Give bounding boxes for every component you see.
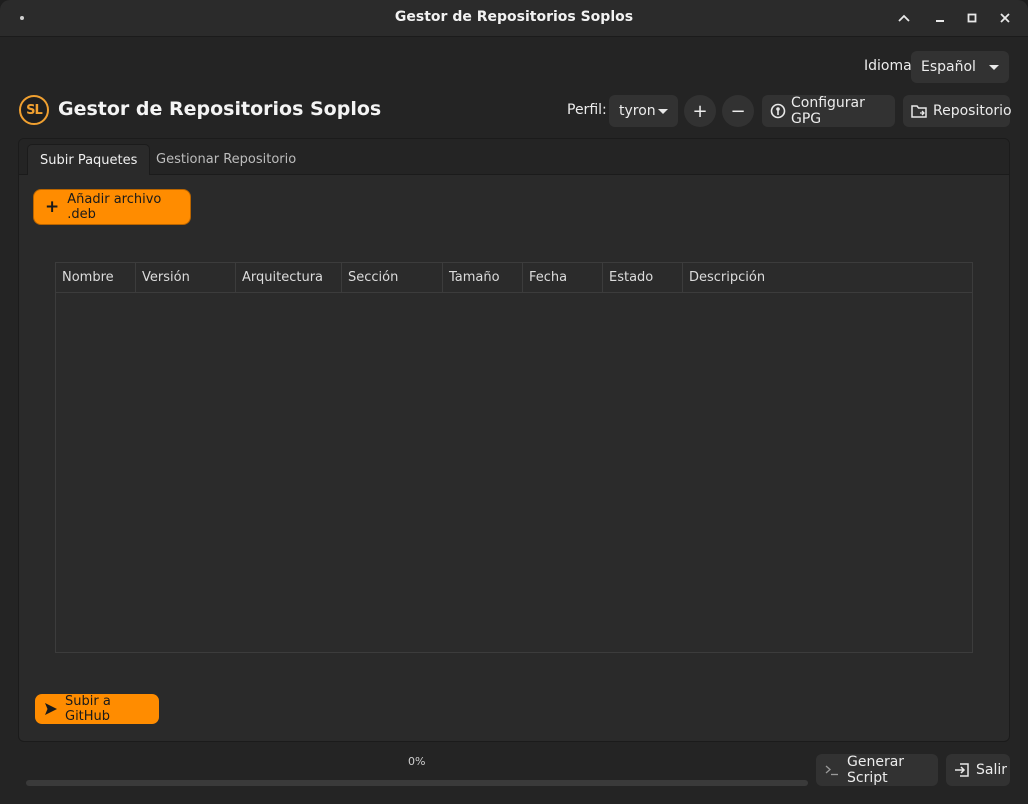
app-title: Gestor de Repositorios Soplos (58, 98, 382, 120)
language-select[interactable]: Español (911, 51, 1009, 83)
tab-upload-packages[interactable]: Subir Paquetes (27, 144, 151, 175)
close-icon[interactable] (995, 8, 1015, 28)
window-title: Gestor de Repositorios Soplos (394, 9, 634, 25)
column-header[interactable]: Tamaño (443, 263, 523, 292)
column-header[interactable]: Sección (342, 263, 443, 292)
progress-bar (26, 780, 808, 786)
progress-text: 0% (408, 755, 426, 768)
repository-button[interactable]: Repositorio (903, 95, 1012, 127)
add-profile-button[interactable]: + (684, 95, 716, 127)
column-header[interactable]: Nombre (56, 263, 136, 292)
table-header: Nombre Versión Arquitectura Sección Tama… (56, 263, 972, 293)
column-header[interactable]: Descripción (683, 263, 972, 292)
main-panel: Subir Paquetes Gestionar Repositorio + A… (18, 138, 1010, 742)
generate-script-label: Generar Script (847, 754, 905, 786)
tab-manage-repository[interactable]: Gestionar Repositorio (144, 144, 308, 174)
configure-gpg-button[interactable]: Configurar GPG (762, 95, 895, 127)
chevron-down-icon (989, 64, 999, 70)
exit-button[interactable]: Salir (946, 754, 1010, 786)
plus-icon: + (45, 197, 60, 217)
language-label: Idioma (864, 58, 912, 74)
profile-select[interactable]: tyron (609, 95, 678, 127)
chevron-down-icon (658, 108, 668, 114)
generate-script-button[interactable]: Generar Script (816, 754, 938, 786)
minimize-icon[interactable] (930, 8, 950, 28)
exit-icon (954, 763, 970, 777)
profile-label: Perfil: (567, 102, 607, 118)
packages-table: Nombre Versión Arquitectura Sección Tama… (55, 262, 973, 653)
exit-label: Salir (976, 762, 1008, 778)
push-github-button[interactable]: Subir a GitHub (35, 694, 159, 724)
plus-icon: + (692, 100, 708, 122)
remove-profile-button[interactable]: − (722, 95, 754, 127)
language-selected: Español (921, 59, 976, 75)
column-header[interactable]: Versión (136, 263, 236, 292)
app-logo: SL (19, 95, 49, 125)
app-window: Gestor de Repositorios Soplos Idioma Esp… (0, 0, 1028, 804)
configure-gpg-label: Configurar GPG (791, 95, 865, 127)
minus-icon: − (730, 100, 746, 122)
key-icon (770, 103, 786, 119)
title-bar: Gestor de Repositorios Soplos (0, 0, 1028, 37)
folder-icon (911, 104, 927, 118)
repository-label: Repositorio (933, 103, 1012, 119)
push-github-label: Subir a GitHub (65, 694, 111, 724)
maximize-chevron-icon[interactable] (894, 8, 914, 28)
terminal-icon (825, 764, 839, 776)
column-header[interactable]: Fecha (523, 263, 603, 292)
tab-bar: Subir Paquetes Gestionar Repositorio (19, 139, 1009, 175)
profile-selected: tyron (619, 103, 656, 119)
restore-icon[interactable] (962, 8, 982, 28)
column-header[interactable]: Arquitectura (236, 263, 342, 292)
add-deb-button[interactable]: + Añadir archivo .deb (34, 190, 190, 224)
column-header[interactable]: Estado (603, 263, 683, 292)
add-deb-label: Añadir archivo .deb (67, 192, 162, 222)
send-icon (44, 702, 58, 716)
